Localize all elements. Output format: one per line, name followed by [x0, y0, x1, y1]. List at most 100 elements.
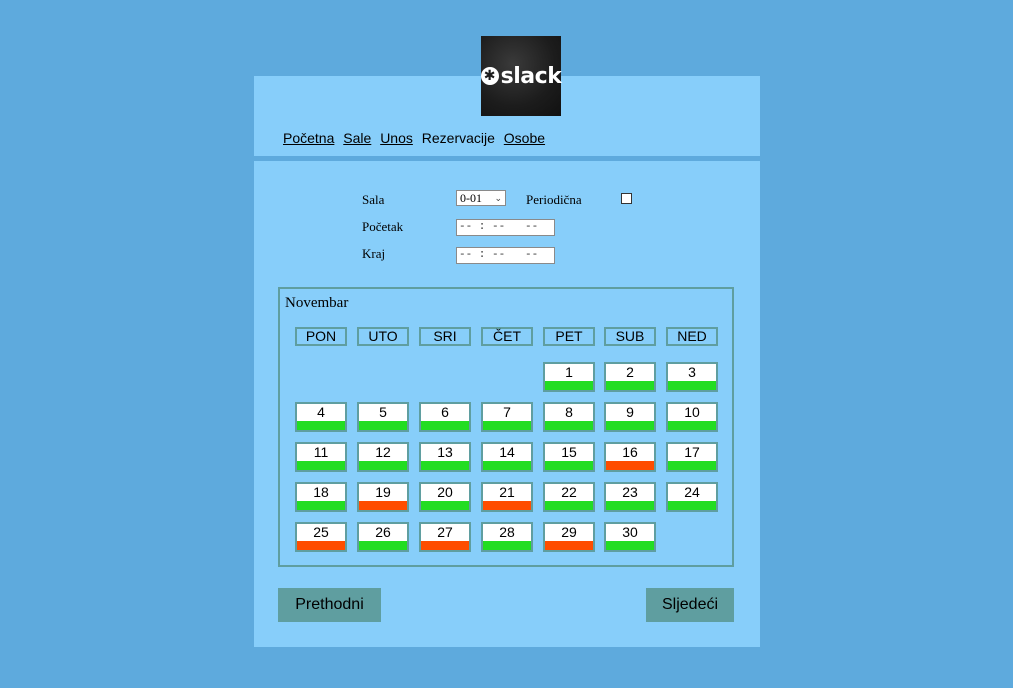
- day-number: 8: [565, 404, 573, 420]
- calendar-day[interactable]: 13: [419, 442, 471, 472]
- day-number: 6: [441, 404, 449, 420]
- weekday-header: NED: [666, 327, 718, 346]
- calendar-day[interactable]: 4: [295, 402, 347, 432]
- calendar-day[interactable]: 14: [481, 442, 533, 472]
- availability-bar: [606, 541, 654, 550]
- availability-bar: [668, 501, 716, 510]
- calendar-day[interactable]: 5: [357, 402, 409, 432]
- calendar-day[interactable]: 28: [481, 522, 533, 552]
- nav-item-sale[interactable]: Sale: [343, 130, 371, 146]
- day-number: 29: [561, 524, 577, 540]
- calendar-day[interactable]: 3: [666, 362, 718, 392]
- day-number: 14: [499, 444, 515, 460]
- availability-bar: [359, 461, 407, 470]
- availability-bar: [545, 541, 593, 550]
- day-number: 22: [561, 484, 577, 500]
- availability-bar: [606, 381, 654, 390]
- day-number: 1: [565, 364, 573, 380]
- calendar-day[interactable]: 23: [604, 482, 656, 512]
- calendar-day[interactable]: 26: [357, 522, 409, 552]
- availability-bar: [483, 461, 531, 470]
- kraj-time-input[interactable]: -- : -- --: [456, 247, 555, 264]
- availability-bar: [359, 501, 407, 510]
- calendar-day[interactable]: 24: [666, 482, 718, 512]
- calendar-day[interactable]: 19: [357, 482, 409, 512]
- weekday-header: ČET: [481, 327, 533, 346]
- logo-text: slack: [500, 63, 562, 89]
- day-number: 17: [684, 444, 700, 460]
- day-number: 21: [499, 484, 515, 500]
- calendar-day[interactable]: 12: [357, 442, 409, 472]
- day-number: 7: [503, 404, 511, 420]
- day-number: 30: [622, 524, 638, 540]
- sala-select[interactable]: 0-01 ⌄: [456, 190, 506, 206]
- availability-bar: [545, 421, 593, 430]
- availability-bar: [421, 501, 469, 510]
- kraj-label: Kraj: [362, 246, 386, 261]
- calendar-day[interactable]: 10: [666, 402, 718, 432]
- weekday-header: SRI: [419, 327, 471, 346]
- calendar-day[interactable]: 7: [481, 402, 533, 432]
- day-number: 10: [684, 404, 700, 420]
- calendar-day[interactable]: 2: [604, 362, 656, 392]
- availability-bar: [297, 461, 345, 470]
- calendar-day[interactable]: 22: [543, 482, 595, 512]
- calendar-day[interactable]: 30: [604, 522, 656, 552]
- day-number: 13: [437, 444, 453, 460]
- availability-bar: [668, 461, 716, 470]
- weekday-header: PET: [543, 327, 595, 346]
- pocetak-label: Početak: [362, 219, 404, 234]
- nav-item-osobe[interactable]: Osobe: [504, 130, 545, 146]
- availability-bar: [606, 461, 654, 470]
- nav-item-unos[interactable]: Unos: [380, 130, 413, 146]
- calendar-day[interactable]: 29: [543, 522, 595, 552]
- pocetak-time-input[interactable]: -- : -- --: [456, 219, 555, 236]
- calendar-day[interactable]: 27: [419, 522, 471, 552]
- availability-bar: [421, 421, 469, 430]
- calendar-day[interactable]: 25: [295, 522, 347, 552]
- calendar-day[interactable]: 21: [481, 482, 533, 512]
- slack-mark-icon: ✱: [480, 67, 499, 85]
- calendar-day[interactable]: 20: [419, 482, 471, 512]
- day-number: 25: [313, 524, 329, 540]
- calendar-day[interactable]: 9: [604, 402, 656, 432]
- day-number: 18: [313, 484, 329, 500]
- availability-bar: [545, 381, 593, 390]
- availability-bar: [297, 541, 345, 550]
- availability-bar: [421, 541, 469, 550]
- next-month-button[interactable]: Sljedeći: [646, 588, 734, 622]
- day-number: 11: [313, 444, 329, 460]
- top-nav: Početna Sale Unos Rezervacije Osobe: [283, 130, 550, 146]
- header-divider: [254, 156, 760, 161]
- slack-logo: ✱ slack: [480, 36, 562, 116]
- prev-month-button[interactable]: Prethodni: [278, 588, 381, 622]
- calendar-day[interactable]: 18: [295, 482, 347, 512]
- availability-bar: [297, 421, 345, 430]
- calendar-day[interactable]: 1: [543, 362, 595, 392]
- availability-bar: [483, 541, 531, 550]
- availability-bar: [421, 461, 469, 470]
- day-number: 20: [437, 484, 453, 500]
- calendar-day[interactable]: 16: [604, 442, 656, 472]
- availability-bar: [668, 381, 716, 390]
- availability-bar: [359, 541, 407, 550]
- periodicna-checkbox[interactable]: [621, 193, 632, 204]
- availability-bar: [297, 501, 345, 510]
- day-number: 27: [437, 524, 453, 540]
- weekday-header: PON: [295, 327, 347, 346]
- sala-label: Sala: [362, 192, 385, 207]
- day-number: 24: [684, 484, 700, 500]
- calendar-day[interactable]: 17: [666, 442, 718, 472]
- calendar-day[interactable]: 8: [543, 402, 595, 432]
- nav-item-pocetna[interactable]: Početna: [283, 130, 334, 146]
- calendar-day[interactable]: 15: [543, 442, 595, 472]
- day-number: 9: [626, 404, 634, 420]
- availability-bar: [606, 421, 654, 430]
- calendar-day[interactable]: 11: [295, 442, 347, 472]
- chevron-down-icon: ⌄: [494, 193, 502, 203]
- calendar-day[interactable]: 6: [419, 402, 471, 432]
- availability-bar: [545, 461, 593, 470]
- month-title: Novembar: [285, 295, 349, 311]
- availability-bar: [359, 421, 407, 430]
- periodicna-label: Periodična: [526, 192, 582, 207]
